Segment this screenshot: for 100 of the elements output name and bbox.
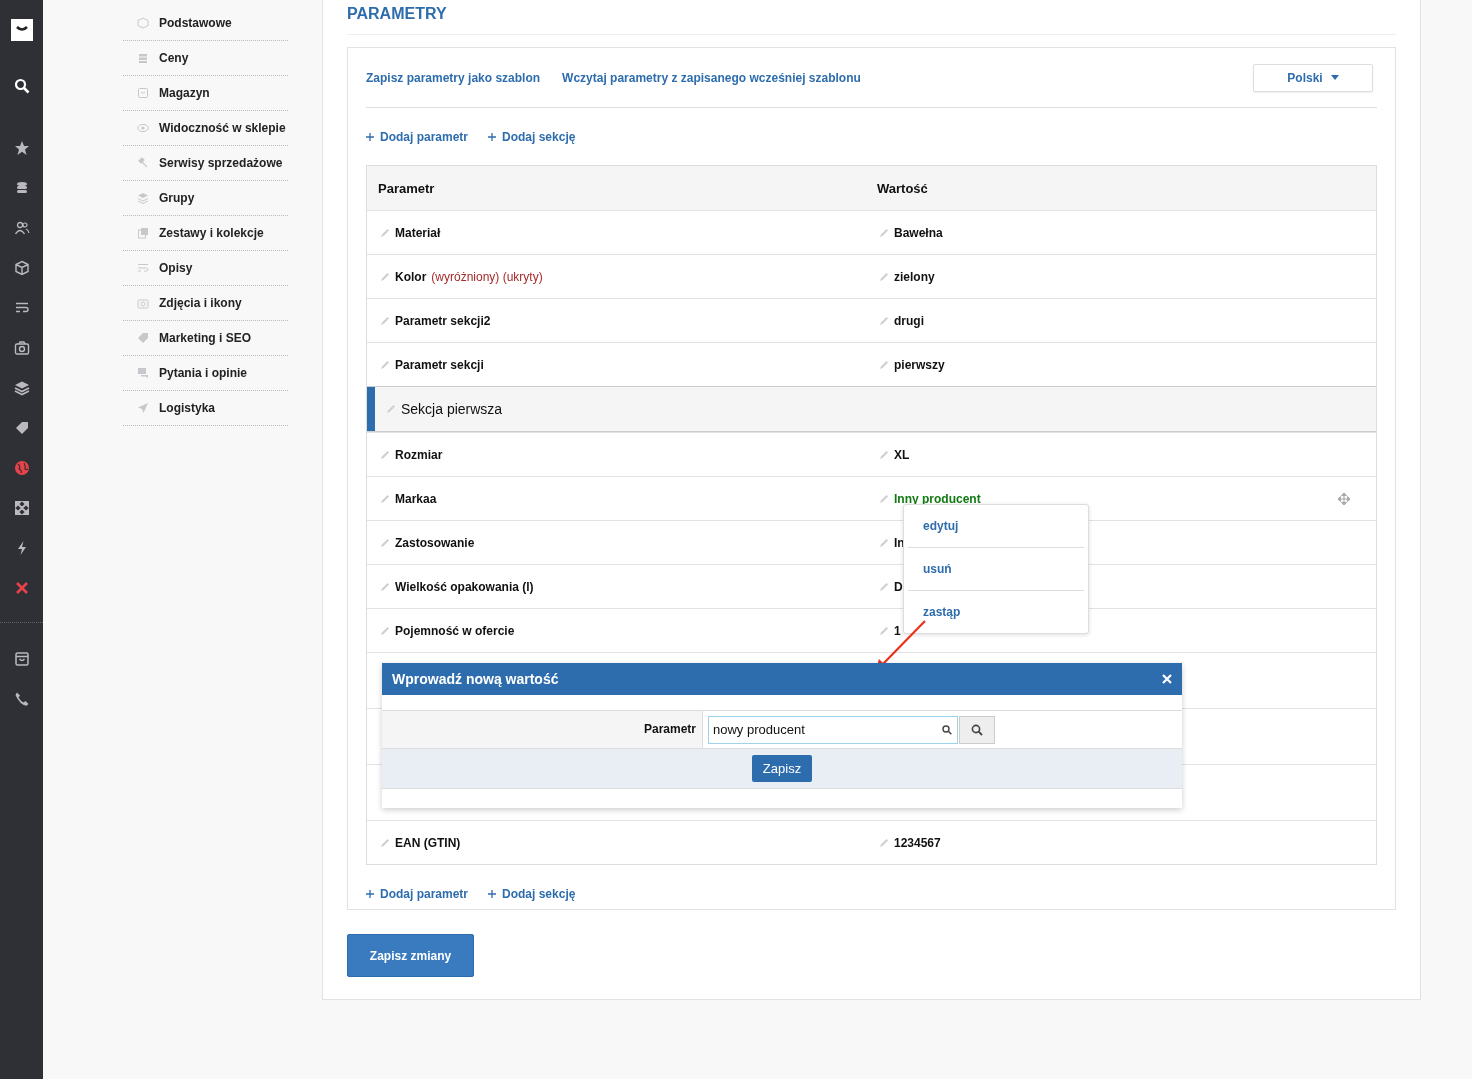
parameter-value: 1: [894, 623, 901, 638]
save-changes-button[interactable]: Zapisz zmiany: [347, 934, 474, 977]
move-icon[interactable]: [1338, 492, 1350, 505]
layers-icon[interactable]: [13, 380, 30, 396]
camera-icon[interactable]: [13, 340, 30, 356]
parameter-value: zielony: [894, 269, 935, 284]
submenu-item[interactable]: Opisy: [123, 251, 288, 286]
parameter-name: Markaa: [395, 491, 437, 506]
eye-icon: [137, 122, 149, 134]
logo-icon[interactable]: [10, 19, 33, 41]
wrap-icon: [137, 262, 149, 274]
parameter-value: D: [894, 579, 903, 594]
pencil-icon[interactable]: [879, 625, 889, 636]
hammer-icon: [137, 157, 149, 169]
pencil-icon[interactable]: [380, 581, 390, 592]
parameter-name: Wielkość opakowania (l): [395, 579, 534, 594]
search-icon[interactable]: [13, 78, 30, 94]
add-link[interactable]: Dodaj sekcję: [502, 886, 576, 901]
dialog-title: Wprowadź nową wartość: [392, 671, 559, 687]
phone-icon[interactable]: [13, 691, 30, 707]
submenu-item[interactable]: Serwisy sprzedażowe: [123, 146, 288, 181]
parameter-value: 1234567: [894, 835, 941, 850]
section-heading: PARAMETRY: [347, 4, 447, 24]
cube-icon[interactable]: [13, 260, 30, 276]
template-link[interactable]: Zapisz parametry jako szablon: [366, 70, 541, 85]
pencil-icon[interactable]: [879, 315, 889, 326]
pencil-icon[interactable]: [879, 449, 889, 460]
menu-item[interactable]: edytuj: [908, 505, 1084, 547]
submenu-item[interactable]: Zestawy i kolekcje: [123, 216, 288, 251]
submenu-item[interactable]: Magazyn: [123, 76, 288, 111]
pencil-icon[interactable]: [380, 315, 390, 326]
add-link[interactable]: Dodaj parametr: [380, 886, 469, 901]
submenu-item[interactable]: Logistyka: [123, 391, 288, 426]
language-dropdown[interactable]: Polski: [1253, 63, 1373, 92]
search-icon: [942, 724, 952, 735]
pencil-icon[interactable]: [879, 537, 889, 548]
submenu-item[interactable]: Grupy: [123, 181, 288, 216]
parameter-name: EAN (GTIN): [395, 835, 461, 850]
submenu-item[interactable]: Pytania i opinie: [123, 356, 288, 391]
add-link[interactable]: Dodaj sekcję: [502, 129, 576, 144]
search-icon: [971, 723, 983, 736]
section-title: Sekcja pierwsza: [401, 401, 503, 417]
users-icon[interactable]: [13, 220, 30, 236]
globe-icon[interactable]: [13, 460, 30, 476]
save-button[interactable]: Zapisz: [751, 755, 813, 782]
plus-icon: [488, 889, 497, 898]
submenu-item[interactable]: Zdjęcia i ikony: [123, 286, 288, 321]
close-icon: [1162, 674, 1172, 684]
pencil-icon[interactable]: [879, 837, 889, 848]
plus-icon: [366, 132, 374, 141]
pencil-icon[interactable]: [879, 271, 889, 282]
menu-item[interactable]: zastąp: [908, 590, 1084, 633]
submenu-item[interactable]: Marketing i SEO: [123, 321, 288, 356]
submenu-item[interactable]: Podstawowe: [123, 6, 288, 41]
bag-icon: [137, 87, 149, 99]
column-header: Wartość: [876, 180, 929, 196]
parameter-name: Pojemność w ofercie: [395, 623, 515, 638]
pencil-icon[interactable]: [380, 493, 390, 504]
chat-icon: [137, 367, 149, 379]
layers-icon: [137, 192, 149, 204]
tag-icon: [137, 332, 149, 344]
cube-icon: [137, 17, 149, 29]
parameter-name: Parametr sekcji2: [395, 313, 491, 328]
field-label: Parametr: [382, 711, 703, 748]
close-button[interactable]: [1162, 674, 1172, 684]
plane-icon: [137, 402, 149, 414]
pencil-icon[interactable]: [380, 359, 390, 370]
value-input[interactable]: nowy producent: [708, 715, 958, 744]
pencil-icon[interactable]: [380, 271, 390, 282]
pencil-icon[interactable]: [380, 449, 390, 460]
pencil-icon[interactable]: [879, 359, 889, 370]
submenu-item[interactable]: Widoczność w sklepie: [123, 111, 288, 146]
template-link[interactable]: Wczytaj parametry z zapisanego wcześniej szablonu: [562, 70, 861, 85]
parameter-name: Rozmiar: [395, 447, 443, 462]
submenu-item[interactable]: Ceny: [123, 41, 288, 76]
parameter-name: Parametr sekcji: [395, 357, 484, 372]
pencil-icon[interactable]: [879, 493, 889, 504]
pencil-icon[interactable]: [380, 537, 390, 548]
parameter-flags: (wyróżniony) (ukryty): [431, 269, 543, 284]
parameter-value: pierwszy: [894, 357, 945, 372]
pencil-icon[interactable]: [386, 404, 396, 414]
pencil-icon[interactable]: [879, 581, 889, 592]
star-icon[interactable]: [13, 140, 30, 156]
parameter-value: Inny producent: [894, 491, 981, 506]
plus-icon: [366, 889, 374, 898]
parameter-value: XL: [894, 447, 910, 462]
pencil-icon[interactable]: [879, 227, 889, 238]
pencil-icon[interactable]: [380, 625, 390, 636]
search-button[interactable]: [959, 715, 995, 744]
caret-icon: [1330, 75, 1339, 80]
parameter-name: Zastosowanie: [395, 535, 475, 550]
add-link[interactable]: Dodaj parametr: [380, 129, 469, 144]
cards-icon: [137, 227, 149, 239]
parameter-value: drugi: [894, 313, 924, 328]
parameter-value: Bawełna: [894, 225, 943, 240]
bag-icon[interactable]: [13, 651, 30, 667]
parameter-name: Kolor: [395, 269, 427, 284]
menu-item[interactable]: usuń: [908, 547, 1084, 590]
pencil-icon[interactable]: [380, 227, 390, 238]
pencil-icon[interactable]: [380, 837, 390, 848]
